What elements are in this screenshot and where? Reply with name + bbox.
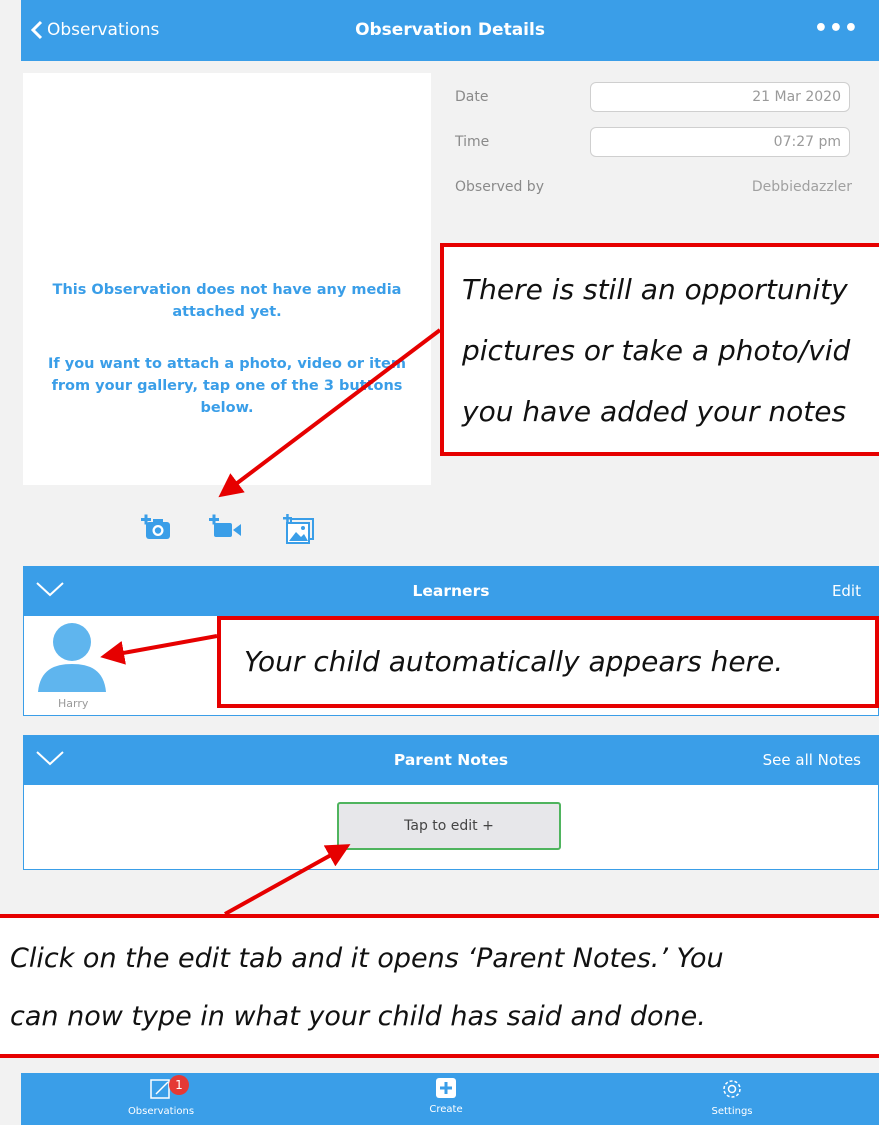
no-media-message: This Observation does not have any media… [52, 282, 402, 320]
tab-label: Create [429, 1104, 463, 1115]
tab-label: Observations [127, 1106, 195, 1117]
annotation-line: you have added your notes [462, 395, 847, 428]
learners-edit-button[interactable]: Edit [832, 582, 861, 600]
notification-badge: 1 [169, 1075, 189, 1095]
camera-add-icon[interactable] [141, 514, 173, 546]
tab-create[interactable]: Create [386, 1077, 506, 1115]
learners-title: Learners [412, 582, 490, 600]
annotation-line: can now type in what your child has said… [10, 1001, 706, 1032]
time-label: Time [455, 134, 490, 150]
learner-annotation: Your child automatically appears here. [217, 616, 879, 708]
annotation-line: Click on the edit tab and it opens ‘Pare… [10, 943, 724, 974]
observed-by-label: Observed by [455, 179, 544, 195]
gear-icon [723, 1080, 741, 1098]
media-instruction: If you want to attach a photo, video or … [48, 356, 406, 416]
time-field[interactable]: 07:27 pm [590, 127, 850, 157]
annotation-line: There is still an opportunity [462, 273, 848, 306]
learner-name: Harry [58, 697, 89, 710]
page-title: Observation Details [355, 20, 545, 40]
media-annotation: There is still an opportunity pictures o… [440, 243, 879, 456]
date-label: Date [455, 89, 489, 105]
tab-bar: 1 Observations Create Settings [21, 1073, 879, 1125]
see-all-notes-link[interactable]: See all Notes [763, 751, 861, 769]
tap-to-edit-button[interactable]: Tap to edit + [337, 802, 561, 850]
video-add-icon[interactable] [209, 514, 243, 546]
parent-notes-header: Parent Notes See all Notes [23, 735, 879, 785]
annotation-line: Your child automatically appears here. [244, 645, 784, 678]
nav-bar: Observations Observation Details ••• [21, 0, 879, 61]
annotation-line: pictures or take a photo/vid [462, 334, 851, 367]
avatar[interactable] [38, 620, 106, 696]
more-options-icon[interactable]: ••• [814, 16, 859, 41]
gallery-add-icon[interactable] [283, 514, 315, 548]
notes-annotation: Click on the edit tab and it opens ‘Pare… [0, 914, 879, 1058]
plus-icon [436, 1078, 456, 1098]
observed-by-value: Debbiedazzler [751, 179, 852, 195]
date-field[interactable]: 21 Mar 2020 [590, 82, 850, 112]
learners-header: Learners Edit [23, 566, 879, 616]
media-placeholder: This Observation does not have any media… [23, 73, 431, 485]
parent-notes-title: Parent Notes [393, 751, 509, 769]
tab-settings[interactable]: Settings [672, 1077, 792, 1117]
tab-label: Settings [711, 1106, 753, 1117]
tab-observations[interactable]: 1 Observations [101, 1075, 221, 1117]
